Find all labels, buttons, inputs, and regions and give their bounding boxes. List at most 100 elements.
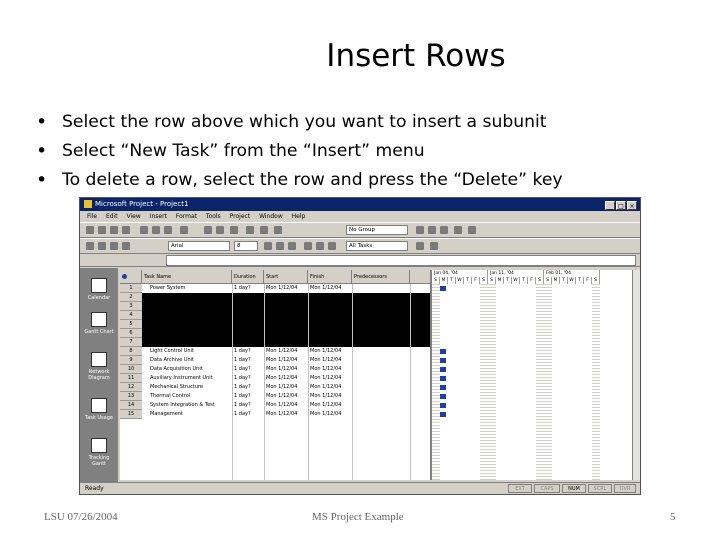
- finish-cell[interactable]: Mon 1/12/04: [310, 284, 352, 293]
- view-network-diagram[interactable]: Network Diagram: [83, 352, 115, 381]
- menu-format[interactable]: Format: [176, 213, 197, 220]
- task-name-cell[interactable]: [150, 320, 232, 329]
- task-name-cell[interactable]: Auxiliary Instrument Unit: [150, 374, 232, 383]
- column-header-task-name[interactable]: Task Name: [142, 270, 232, 284]
- table-row[interactable]: 3: [120, 302, 468, 311]
- menu-insert[interactable]: Insert: [150, 213, 167, 220]
- font-select[interactable]: Arial: [168, 241, 230, 251]
- row-number[interactable]: 8: [120, 347, 142, 356]
- view-task-usage[interactable]: Task Usage: [83, 398, 115, 421]
- gantt-task-bar[interactable]: [440, 358, 446, 363]
- duration-cell[interactable]: 1 day?: [234, 347, 264, 356]
- column-header-predecessors[interactable]: Predecessors: [352, 270, 410, 284]
- table-row[interactable]: 2: [120, 293, 468, 302]
- paste-icon[interactable]: [164, 226, 172, 234]
- duration-cell[interactable]: [234, 338, 264, 347]
- table-row[interactable]: 7: [120, 338, 468, 347]
- duration-cell[interactable]: 1 day?: [234, 383, 264, 392]
- menu-project[interactable]: Project: [230, 213, 251, 220]
- finish-cell[interactable]: [310, 320, 352, 329]
- link-icon[interactable]: [204, 226, 212, 234]
- column-header-start[interactable]: Start: [264, 270, 308, 284]
- task-info-icon[interactable]: [246, 226, 254, 234]
- row-number[interactable]: 2: [120, 293, 142, 302]
- menu-edit[interactable]: Edit: [106, 213, 118, 220]
- start-cell[interactable]: [266, 338, 308, 347]
- finish-cell[interactable]: Mon 1/12/04: [310, 374, 352, 383]
- duration-cell[interactable]: 1 day?: [234, 284, 264, 293]
- bold-icon[interactable]: [264, 242, 272, 250]
- notes-icon[interactable]: [260, 226, 268, 234]
- finish-cell[interactable]: [310, 338, 352, 347]
- finish-cell[interactable]: [310, 302, 352, 311]
- task-name-cell[interactable]: [150, 293, 232, 302]
- gantt-task-bar[interactable]: [440, 385, 446, 390]
- row-number[interactable]: 9: [120, 356, 142, 365]
- copy-picture-icon[interactable]: [454, 226, 462, 234]
- minimize-button[interactable]: _: [605, 201, 615, 210]
- finish-cell[interactable]: Mon 1/12/04: [310, 383, 352, 392]
- gantt-task-bar[interactable]: [440, 412, 446, 417]
- row-number[interactable]: 3: [120, 302, 142, 311]
- duration-cell[interactable]: [234, 302, 264, 311]
- start-cell[interactable]: [266, 293, 308, 302]
- duration-cell[interactable]: [234, 293, 264, 302]
- finish-cell[interactable]: [310, 293, 352, 302]
- row-number[interactable]: 5: [120, 320, 142, 329]
- table-row[interactable]: 12 Mechanical Structure 1 day? Mon 1/12/04 M…: [120, 383, 468, 392]
- underline-icon[interactable]: [288, 242, 296, 250]
- task-name-cell[interactable]: Power System: [150, 284, 232, 293]
- row-number[interactable]: 12: [120, 383, 142, 392]
- task-name-cell[interactable]: [150, 302, 232, 311]
- vertical-scrollbar[interactable]: [632, 270, 640, 480]
- autofilter-icon[interactable]: [416, 242, 424, 250]
- duration-cell[interactable]: 1 day?: [234, 410, 264, 419]
- gantt-task-bar[interactable]: [440, 286, 446, 291]
- split-icon[interactable]: [230, 226, 238, 234]
- finish-cell[interactable]: Mon 1/12/04: [310, 365, 352, 374]
- zoom-in-icon[interactable]: [416, 226, 424, 234]
- duration-cell[interactable]: 1 day?: [234, 392, 264, 401]
- finish-cell[interactable]: Mon 1/12/04: [310, 392, 352, 401]
- menu-file[interactable]: File: [87, 213, 97, 220]
- start-cell[interactable]: Mon 1/12/04: [266, 410, 308, 419]
- gantt-task-bar[interactable]: [440, 376, 446, 381]
- start-cell[interactable]: Mon 1/12/04: [266, 383, 308, 392]
- align-center-icon[interactable]: [316, 242, 324, 250]
- start-cell[interactable]: Mon 1/12/04: [266, 284, 308, 293]
- help-icon[interactable]: [468, 226, 476, 234]
- entry-field[interactable]: [166, 255, 636, 266]
- table-row[interactable]: 5: [120, 320, 468, 329]
- duration-cell[interactable]: 1 day?: [234, 374, 264, 383]
- menu-tools[interactable]: Tools: [206, 213, 221, 220]
- table-row[interactable]: 8 Light Control Unit 1 day? Mon 1/12/04 Mon …: [120, 347, 468, 356]
- table-row[interactable]: 9 Data Archive Unit 1 day? Mon 1/12/04 Mon 1…: [120, 356, 468, 365]
- copy-icon[interactable]: [152, 226, 160, 234]
- row-number[interactable]: 14: [120, 401, 142, 410]
- menu-help[interactable]: Help: [292, 213, 306, 220]
- unlink-icon[interactable]: [216, 226, 224, 234]
- task-name-cell[interactable]: Mechanical Structure: [150, 383, 232, 392]
- duration-cell[interactable]: [234, 311, 264, 320]
- align-right-icon[interactable]: [328, 242, 336, 250]
- row-number[interactable]: 13: [120, 392, 142, 401]
- cut-icon[interactable]: [140, 226, 148, 234]
- start-cell[interactable]: [266, 311, 308, 320]
- table-row[interactable]: 13 Thermal Control 1 day? Mon 1/12/04 Mon 1/…: [120, 392, 468, 401]
- view-tracking-gantt[interactable]: Tracking Gantt: [83, 438, 115, 467]
- column-header-duration[interactable]: Duration: [232, 270, 264, 284]
- table-row[interactable]: 10 Data Acquisition Unit 1 day? Mon 1/12/04…: [120, 365, 468, 374]
- row-number[interactable]: 10: [120, 365, 142, 374]
- view-gantt-chart[interactable]: Gantt Chart: [83, 312, 115, 335]
- start-cell[interactable]: [266, 329, 308, 338]
- finish-cell[interactable]: Mon 1/12/04: [310, 347, 352, 356]
- row-number[interactable]: 7: [120, 338, 142, 347]
- table-row[interactable]: 11 Auxiliary Instrument Unit 1 day? Mon 1/1…: [120, 374, 468, 383]
- task-name-cell[interactable]: Management: [150, 410, 232, 419]
- menu-window[interactable]: Window: [259, 213, 283, 220]
- duration-cell[interactable]: [234, 320, 264, 329]
- row-number[interactable]: 11: [120, 374, 142, 383]
- start-cell[interactable]: Mon 1/12/04: [266, 356, 308, 365]
- start-cell[interactable]: Mon 1/12/04: [266, 347, 308, 356]
- start-cell[interactable]: [266, 320, 308, 329]
